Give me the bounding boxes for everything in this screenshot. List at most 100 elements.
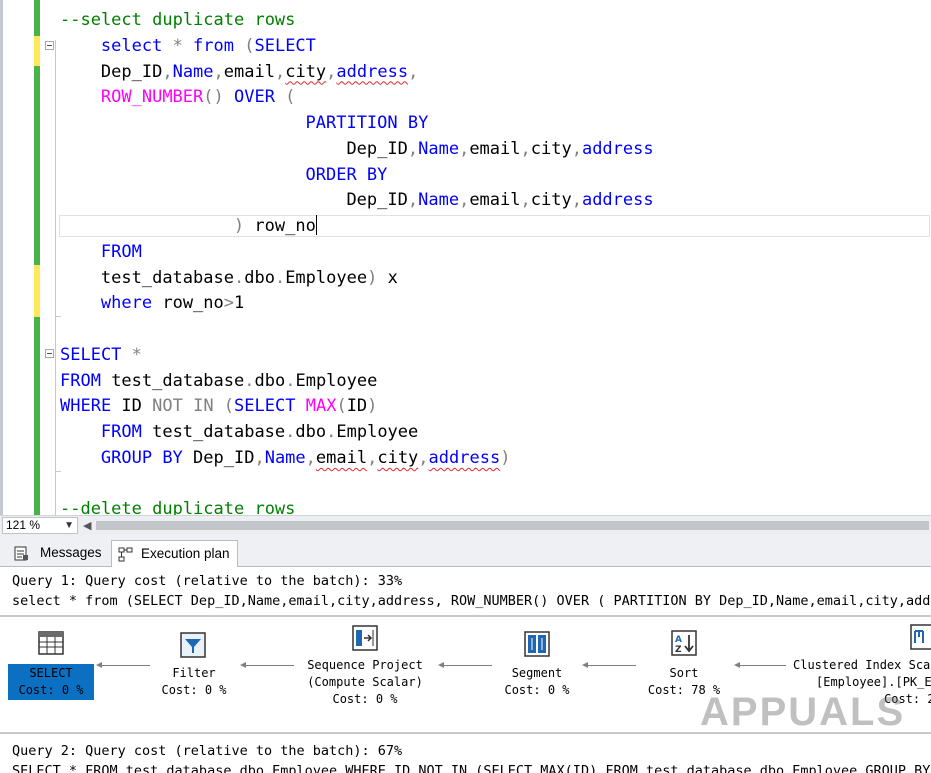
code-token: , bbox=[459, 138, 470, 159]
code-token: Name bbox=[264, 447, 306, 468]
collapse-icon[interactable] bbox=[45, 41, 54, 50]
code-line[interactable]: test_database.dbo.Employee) x bbox=[60, 266, 398, 290]
code-token: email bbox=[469, 138, 521, 159]
code-line[interactable]: FROM test_database.dbo.Employee bbox=[60, 369, 377, 393]
code-token: email bbox=[315, 447, 368, 468]
scrollbar-thumb[interactable] bbox=[96, 521, 929, 530]
filter-node-icon[interactable] bbox=[179, 631, 207, 659]
code-line[interactable]: --select duplicate rows bbox=[60, 8, 295, 32]
code-token: , bbox=[162, 61, 173, 82]
code-token: FROM bbox=[100, 422, 142, 442]
select-node-icon[interactable] bbox=[37, 629, 65, 657]
execution-plan-pane: Query 1: Query cost (relative to the bat… bbox=[0, 567, 931, 773]
unsaved-change-indicator bbox=[34, 265, 40, 317]
tab-execution-plan[interactable]: Execution plan bbox=[111, 540, 238, 567]
clustered-index-scan-node-icon[interactable] bbox=[909, 623, 931, 651]
code-token: , bbox=[367, 447, 378, 468]
editor-frame bbox=[0, 0, 3, 515]
editor-status-bar: 121 % ▼ ◀ bbox=[0, 515, 931, 535]
unsaved-change-indicator bbox=[34, 36, 40, 66]
plan-node-label: Clustered Index Scan (Clustered) bbox=[793, 658, 931, 672]
code-line[interactable]: SELECT * bbox=[60, 343, 142, 367]
code-token: SELECT bbox=[254, 35, 316, 56]
code-token: , bbox=[254, 447, 265, 468]
code-token: . bbox=[244, 370, 255, 391]
code-token: , bbox=[274, 61, 286, 82]
code-token: 1 bbox=[234, 293, 245, 314]
code-line[interactable]: Dep_ID,Name,email,city,address, bbox=[60, 60, 418, 84]
code-token: city bbox=[530, 138, 572, 159]
code-token: , bbox=[459, 190, 470, 211]
code-token: ID bbox=[111, 396, 153, 417]
segment-node-icon[interactable] bbox=[523, 630, 551, 658]
plan-node-label: Filter bbox=[172, 666, 216, 680]
tab-execution-plan-label: Execution plan bbox=[141, 546, 230, 561]
saved-change-indicator bbox=[34, 0, 40, 515]
plan-arrow-head bbox=[96, 662, 102, 668]
code-token: email bbox=[469, 190, 521, 211]
chevron-down-icon[interactable]: ▼ bbox=[64, 518, 74, 533]
code-token: Dep_ID bbox=[100, 61, 163, 82]
code-token: Name bbox=[418, 138, 460, 159]
code-token: address bbox=[336, 61, 409, 82]
code-token: * bbox=[121, 344, 142, 365]
code-line[interactable]: Dep_ID,Name,email,city,address bbox=[60, 137, 653, 161]
code-token: dbo bbox=[244, 267, 275, 288]
code-token: ) bbox=[233, 216, 255, 236]
code-token: city bbox=[377, 447, 419, 468]
code-token: , bbox=[213, 61, 224, 82]
plan-divider bbox=[0, 615, 931, 617]
code-token: GROUP BY bbox=[100, 447, 183, 468]
collapse-icon[interactable] bbox=[45, 349, 54, 358]
code-token: ) bbox=[500, 447, 511, 468]
code-token: x bbox=[387, 267, 398, 288]
code-token: PARTITION BY bbox=[305, 113, 429, 133]
zoom-select[interactable]: 121 % ▼ bbox=[2, 517, 78, 534]
scroll-left-icon[interactable]: ◀ bbox=[83, 517, 91, 534]
sort-node-icon[interactable]: A Z bbox=[670, 629, 698, 657]
code-token: OVER bbox=[233, 87, 275, 108]
zoom-value: 121 % bbox=[6, 518, 41, 532]
code-token: . bbox=[285, 370, 296, 391]
code-token: ID bbox=[346, 396, 368, 417]
code-line[interactable]: WHERE ID NOT IN (SELECT MAX(ID) bbox=[60, 394, 377, 418]
plan-node-select[interactable]: SELECT Cost: 0 % bbox=[8, 664, 94, 700]
watermark-logo: APPUALS bbox=[700, 690, 906, 734]
query-editor[interactable]: --select duplicate rows select * from (SE… bbox=[0, 0, 931, 515]
tab-messages[interactable]: Messages bbox=[8, 540, 106, 567]
code-token: ROW_NUMBER bbox=[100, 87, 204, 108]
code-line[interactable]: PARTITION BY bbox=[60, 111, 429, 135]
execution-plan-icon bbox=[118, 547, 133, 562]
code-token: --select duplicate rows bbox=[60, 10, 296, 30]
tab-messages-label: Messages bbox=[40, 545, 102, 560]
code-line[interactable]: FROM test_database.dbo.Employee bbox=[60, 420, 418, 444]
code-token: () bbox=[203, 87, 234, 108]
code-token: address bbox=[428, 447, 501, 468]
code-line[interactable]: where row_no>1 bbox=[60, 291, 244, 315]
code-token: SELECT bbox=[60, 344, 122, 365]
code-token: NOT IN bbox=[152, 396, 214, 417]
code-token: . bbox=[274, 267, 286, 288]
code-token: * bbox=[162, 35, 194, 56]
code-line[interactable]: ROW_NUMBER() OVER ( bbox=[60, 85, 296, 109]
code-token: --delete duplicate rows bbox=[60, 499, 296, 515]
plan-node-label: Sort bbox=[669, 666, 699, 680]
code-token: , bbox=[571, 190, 582, 211]
code-line[interactable]: FROM bbox=[60, 240, 142, 264]
code-token: test_database bbox=[100, 370, 245, 391]
sequence-project-node-icon[interactable] bbox=[351, 624, 379, 652]
code-line[interactable]: select * from (SELECT bbox=[60, 34, 316, 58]
code-token: Dep_ID bbox=[346, 190, 408, 211]
code-token: , bbox=[520, 190, 531, 211]
code-token: city bbox=[530, 190, 572, 211]
code-line[interactable]: --delete duplicate rows bbox=[60, 497, 295, 515]
code-line[interactable]: ) row_no bbox=[60, 214, 317, 238]
plan-arrow bbox=[588, 665, 636, 666]
code-line[interactable]: GROUP BY Dep_ID,Name,email,city,address) bbox=[60, 446, 511, 470]
code-line[interactable]: ORDER BY bbox=[60, 163, 388, 187]
code-token: ( bbox=[213, 396, 235, 417]
code-line[interactable]: Dep_ID,Name,email,city,address bbox=[60, 188, 653, 212]
code-token: Dep_ID bbox=[346, 138, 408, 159]
code-token: Employee bbox=[285, 267, 368, 288]
